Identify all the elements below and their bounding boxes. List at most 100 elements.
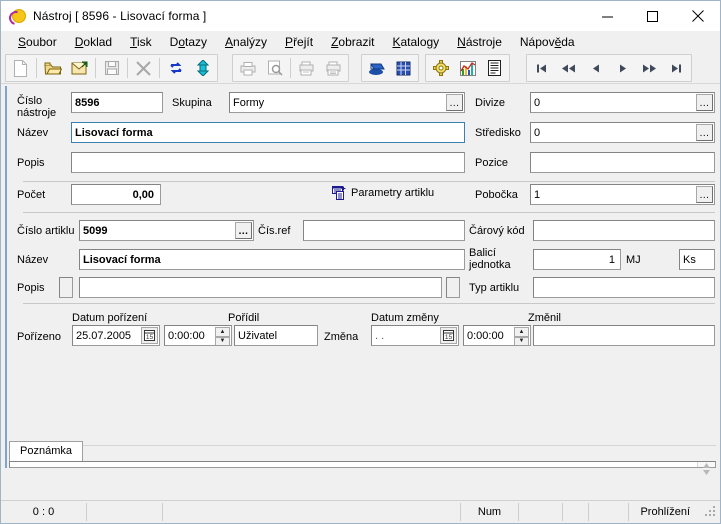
- article-description-suffix[interactable]: [446, 277, 460, 298]
- new-document-icon[interactable]: [7, 56, 34, 80]
- menu-katalogy[interactable]: Katalogy: [383, 33, 448, 52]
- scroll-up-icon[interactable]: [698, 462, 715, 469]
- spin-down-icon[interactable]: ▼: [514, 336, 529, 345]
- status-cell-5: [519, 503, 563, 521]
- print-preview-icon[interactable]: [261, 56, 288, 80]
- tool-number-input[interactable]: 8596: [71, 92, 163, 113]
- menu-analyzy[interactable]: Analýzy: [216, 33, 276, 52]
- print-batch-icon[interactable]: [320, 56, 347, 80]
- tool-number-label: Číslo nástroje: [17, 95, 57, 119]
- article-name-input[interactable]: Lisovací forma: [79, 249, 465, 270]
- grid-table-icon[interactable]: [390, 56, 417, 80]
- group-label: Skupina: [172, 97, 212, 109]
- nav-prev-icon[interactable]: [582, 56, 609, 80]
- tool-name-input[interactable]: Lisovací forma: [71, 122, 465, 143]
- close-button[interactable]: [675, 1, 720, 31]
- expand-updown-icon[interactable]: [189, 56, 216, 80]
- scroll-down-icon[interactable]: [698, 469, 715, 476]
- separator-3: [23, 303, 715, 304]
- tab-poznamka[interactable]: Poznámka: [9, 441, 83, 462]
- changed-by-input[interactable]: [533, 325, 715, 346]
- changed-date-input[interactable]: . . 15: [371, 325, 459, 346]
- svg-text:15: 15: [445, 334, 453, 341]
- article-number-input[interactable]: 5099 ...: [79, 220, 254, 241]
- created-date-input[interactable]: 25.07.2005 15: [72, 325, 160, 346]
- menu-napoveda[interactable]: Nápověda: [511, 33, 584, 52]
- delete-cross-icon[interactable]: [130, 56, 157, 80]
- created-time-spinner[interactable]: ▲ ▼: [215, 327, 230, 345]
- created-date-label: Datum pořízení: [72, 312, 148, 324]
- menu-tisk[interactable]: Tisk: [121, 33, 161, 52]
- nav-next-page-icon[interactable]: [636, 56, 663, 80]
- toolbar-group-print: [232, 54, 349, 82]
- measure-unit-value[interactable]: Ks: [679, 249, 715, 270]
- article-description-prefix[interactable]: [59, 277, 73, 298]
- pack-unit-input[interactable]: 1: [533, 249, 621, 270]
- changed-row-label: Změna: [324, 331, 359, 343]
- status-cell-6: [563, 503, 589, 521]
- minimize-button[interactable]: [585, 1, 630, 31]
- refresh-icon[interactable]: [162, 56, 189, 80]
- menu-doklad[interactable]: Doklad: [66, 33, 121, 52]
- window-title: Nástroj [ 8596 - Lisovací forma ]: [33, 9, 207, 23]
- nav-prev-page-icon[interactable]: [555, 56, 582, 80]
- save-as-icon[interactable]: [66, 56, 93, 80]
- branch-lookup-button[interactable]: ...: [696, 186, 713, 203]
- resize-grip[interactable]: [704, 505, 718, 519]
- print-icon[interactable]: [234, 56, 261, 80]
- status-num-lock: Num: [461, 503, 519, 521]
- article-type-input[interactable]: [533, 277, 715, 298]
- title-bar: Nástroj [ 8596 - Lisovací forma ]: [1, 1, 720, 31]
- barcode-input[interactable]: [533, 220, 715, 241]
- division-lookup-button[interactable]: ...: [696, 94, 713, 111]
- changed-time-input[interactable]: 0:00:00 ▲ ▼: [463, 325, 531, 346]
- created-time-input[interactable]: 0:00:00 ▲ ▼: [164, 325, 232, 346]
- article-name-label: Název: [17, 254, 49, 266]
- count-input[interactable]: 0,00: [71, 184, 161, 205]
- calendar-icon-changed[interactable]: 15: [440, 327, 457, 344]
- spin-up-icon[interactable]: ▲: [514, 327, 529, 337]
- settings-gear-icon[interactable]: [427, 56, 454, 80]
- center-input[interactable]: 0 ...: [530, 122, 715, 143]
- menu-prejit[interactable]: Přejít: [276, 33, 322, 52]
- nav-next-icon[interactable]: [609, 56, 636, 80]
- status-record-counter: 0 : 0: [1, 503, 87, 521]
- save-disk-icon[interactable]: [98, 56, 125, 80]
- menu-nastroje[interactable]: Nástroje: [448, 33, 511, 52]
- article-number-label: Číslo artiklu: [17, 225, 75, 237]
- nav-first-icon[interactable]: [528, 56, 555, 80]
- toolbar-group-file: [5, 54, 218, 82]
- article-description-input[interactable]: [79, 277, 442, 298]
- changed-time-spinner[interactable]: ▲ ▼: [514, 327, 529, 345]
- nav-last-icon[interactable]: [663, 56, 690, 80]
- branch-input[interactable]: 1 ...: [530, 184, 715, 205]
- ref-number-input[interactable]: [303, 220, 465, 241]
- form-area: Číslo nástroje 8596 Skupina Formy ... Di…: [9, 86, 716, 500]
- group-input[interactable]: Formy ...: [229, 92, 465, 113]
- notes-scrollbar[interactable]: [697, 462, 715, 475]
- created-by-input[interactable]: Uživatel: [234, 325, 318, 346]
- group-lookup-button[interactable]: ...: [446, 94, 463, 111]
- notes-memo[interactable]: [9, 461, 716, 475]
- article-parameters-link[interactable]: Parametry artiklu: [332, 186, 434, 200]
- maximize-button[interactable]: [630, 1, 675, 31]
- calendar-icon-created[interactable]: 15: [141, 327, 158, 344]
- article-parameters-label: Parametry artiklu: [351, 187, 435, 199]
- center-lookup-button[interactable]: ...: [696, 124, 713, 141]
- tool-description-input[interactable]: [71, 152, 465, 173]
- menu-bar: SSouboroubor Doklad Tisk Dotazy Analýzy …: [1, 31, 720, 53]
- print-multi-icon[interactable]: [293, 56, 320, 80]
- division-input[interactable]: 0 ...: [530, 92, 715, 113]
- menu-dotazy[interactable]: Dotazy: [161, 33, 216, 52]
- spin-down-icon[interactable]: ▼: [215, 336, 230, 345]
- position-input[interactable]: [530, 152, 715, 173]
- left-accent-rail: [5, 86, 7, 468]
- article-number-lookup-button[interactable]: ...: [235, 222, 252, 239]
- menu-soubor[interactable]: SSouboroubor: [9, 33, 66, 52]
- archive-box-icon[interactable]: [363, 56, 390, 80]
- chart-icon[interactable]: [454, 56, 481, 80]
- spin-up-icon[interactable]: ▲: [215, 327, 230, 337]
- menu-zobrazit[interactable]: Zobrazit: [322, 33, 383, 52]
- list-report-icon[interactable]: [481, 56, 508, 80]
- open-folder-icon[interactable]: [39, 56, 66, 80]
